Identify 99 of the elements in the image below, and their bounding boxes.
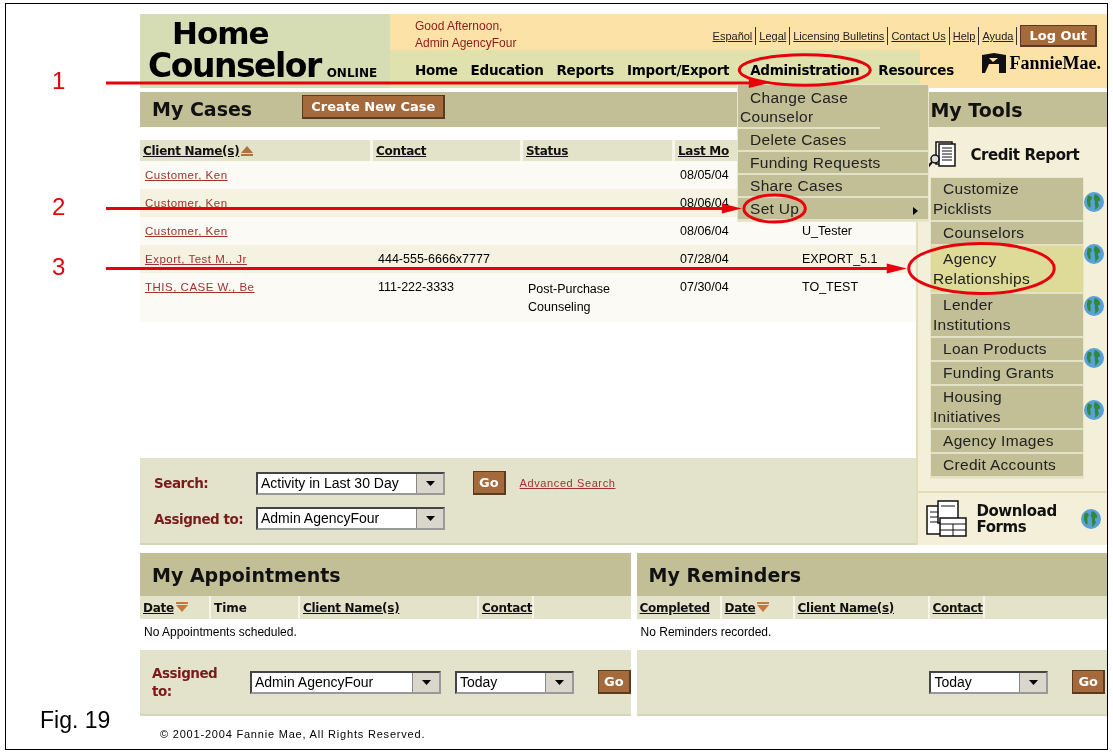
column-sort-link[interactable]: Completed <box>639 600 710 615</box>
dropdown-arrow-icon <box>554 679 564 685</box>
client-name-link[interactable]: Customer, Ken <box>145 225 228 237</box>
tool-link[interactable]: Credit Report <box>970 146 1080 164</box>
nav-menu-item[interactable]: Import/Export <box>627 62 730 78</box>
go-button[interactable]: Go <box>1072 670 1105 694</box>
nav-menu-item[interactable]: Education <box>470 62 544 78</box>
globe-icon <box>1083 399 1105 421</box>
table-cell: 08/05/04 <box>680 168 729 182</box>
logo-text: Home <box>172 18 269 49</box>
header-link[interactable]: Contact Us <box>888 27 950 45</box>
menu-item[interactable]: Housing Initiatives <box>931 386 1083 430</box>
go-button[interactable]: Go <box>598 670 631 694</box>
dropdown-arrow-icon <box>425 516 435 521</box>
forms-icon <box>926 500 969 538</box>
dropdown[interactable]: Admin AgencyFour <box>250 670 441 694</box>
greeting-text: Good Afternoon, <box>415 18 504 35</box>
section-title: My Tools <box>930 98 1023 121</box>
search-label: Search: <box>154 475 210 491</box>
column-sort-link[interactable]: Status <box>526 143 569 158</box>
table-cell: 08/06/04 <box>680 224 729 238</box>
column-sort-link[interactable]: Contact <box>376 143 427 158</box>
empty-message: No Reminders recorded. <box>639 624 773 641</box>
empty-message: No Appointments scheduled. <box>143 624 298 641</box>
brand-logo-icon <box>980 52 1007 74</box>
globe-icon <box>1083 295 1105 317</box>
client-name-link[interactable]: THIS, CASE W., Be <box>145 281 255 293</box>
brand-logo-text: FannieMae. <box>1009 52 1101 74</box>
table-cell: 08/06/04 <box>680 196 729 210</box>
highlight-ellipse <box>742 193 807 224</box>
callout-number: 3 <box>52 252 66 281</box>
globe-icon <box>1083 191 1105 213</box>
table-cell: 07/30/04 <box>680 280 729 294</box>
table-cell: U_Tester <box>802 224 853 238</box>
dropdown-arrow-icon <box>425 480 435 486</box>
column-sort-link[interactable]: Client Name(s) <box>143 143 240 158</box>
nav-menu-item[interactable]: Resources <box>878 62 954 78</box>
header-link[interactable]: Legal <box>756 27 791 45</box>
column-sort-link[interactable]: Client Name(s) <box>303 600 400 615</box>
globe-icon <box>1083 347 1105 369</box>
menu-item[interactable]: Set Up <box>738 198 928 221</box>
table-cell-text: Post-Purchase Counseling <box>528 281 611 316</box>
header-link[interactable]: Ayuda <box>979 27 1018 45</box>
table-cell: EXPORT_5.1 <box>802 252 878 266</box>
column-sort-link[interactable]: Date <box>724 600 756 615</box>
header-link[interactable]: Help <box>949 27 980 45</box>
callout-number: 1 <box>52 67 66 95</box>
nav-menu-item[interactable]: Administration <box>750 62 860 78</box>
dropdown[interactable]: Admin AgencyFour <box>256 507 445 530</box>
copyright-text: © 2001-2004 Fannie Mae, All Rights Reserved. <box>160 728 427 740</box>
menu-item[interactable]: Loan Products <box>931 338 1083 362</box>
nav-menu-item[interactable]: Home <box>415 62 458 78</box>
nav-menu-item[interactable]: Reports <box>556 62 615 78</box>
greeting-text: Admin AgencyFour <box>415 35 517 52</box>
globe-icon <box>1083 243 1105 265</box>
dropdown[interactable]: Today <box>455 670 574 694</box>
advanced-search-link[interactable]: Advanced Search <box>519 477 616 489</box>
tool-link[interactable]: Download Forms <box>976 503 1073 535</box>
assigned-to-label: Assigned to: <box>152 664 219 700</box>
header-link[interactable]: Español <box>709 27 757 45</box>
client-name-link[interactable]: Export, Test M., Jr <box>145 253 247 265</box>
column-sort-link[interactable]: Contact <box>482 600 533 615</box>
header-link[interactable]: Licensing Bulletins <box>790 27 889 45</box>
menu-item[interactable]: Funding Requests <box>738 152 928 175</box>
dropdown-arrow-icon <box>1028 679 1038 685</box>
column-sort-link[interactable]: Date <box>143 600 174 615</box>
column-sort-link[interactable]: Last Mo <box>678 143 729 158</box>
menu-item[interactable]: Share Cases <box>738 175 928 198</box>
logout-button[interactable]: Log Out <box>1020 25 1097 47</box>
table-cell: 111-222-3333 <box>378 280 454 294</box>
menu-item[interactable]: Agency Relationships <box>931 246 1083 294</box>
menu-item[interactable]: Credit Accounts <box>931 454 1083 478</box>
column-title: Time <box>214 600 247 615</box>
logo-text: Counselor <box>148 49 321 82</box>
table-cell: 444-555-6666x7777 <box>378 252 490 266</box>
menu-item[interactable]: Funding Grants <box>931 362 1083 386</box>
section-title: My Reminders <box>648 563 802 586</box>
menu-item[interactable]: Agency Images <box>931 430 1083 454</box>
dropdown-arrow-icon <box>421 679 431 685</box>
column-sort-link[interactable]: Client Name(s) <box>797 600 894 615</box>
dropdown[interactable]: Activity in Last 30 Day <box>256 471 445 495</box>
table-cell: 07/28/04 <box>680 252 729 266</box>
section-title: My Appointments <box>152 563 341 586</box>
menu-item[interactable]: Lender Institutions <box>931 294 1083 338</box>
create-case-button[interactable]: Create New Case <box>302 95 446 119</box>
section-title: My Cases <box>152 98 253 120</box>
menu-item[interactable]: Delete Cases <box>738 129 928 152</box>
menu-item[interactable]: Customize Picklists <box>931 178 1083 222</box>
assigned-to-label: Assigned to: <box>154 510 245 527</box>
dropdown[interactable]: Today <box>929 670 1049 694</box>
go-button[interactable]: Go <box>473 471 506 495</box>
logo-text: ONLINE <box>326 67 378 79</box>
callout-number: 2 <box>52 192 66 221</box>
client-name-link[interactable]: Customer, Ken <box>145 169 228 181</box>
table-cell: TO_TEST <box>802 280 859 294</box>
globe-icon <box>1080 508 1103 530</box>
figure-caption: Fig. 19 <box>40 707 111 734</box>
client-name-link[interactable]: Customer, Ken <box>145 197 228 209</box>
column-sort-link[interactable]: Contact <box>932 600 983 615</box>
